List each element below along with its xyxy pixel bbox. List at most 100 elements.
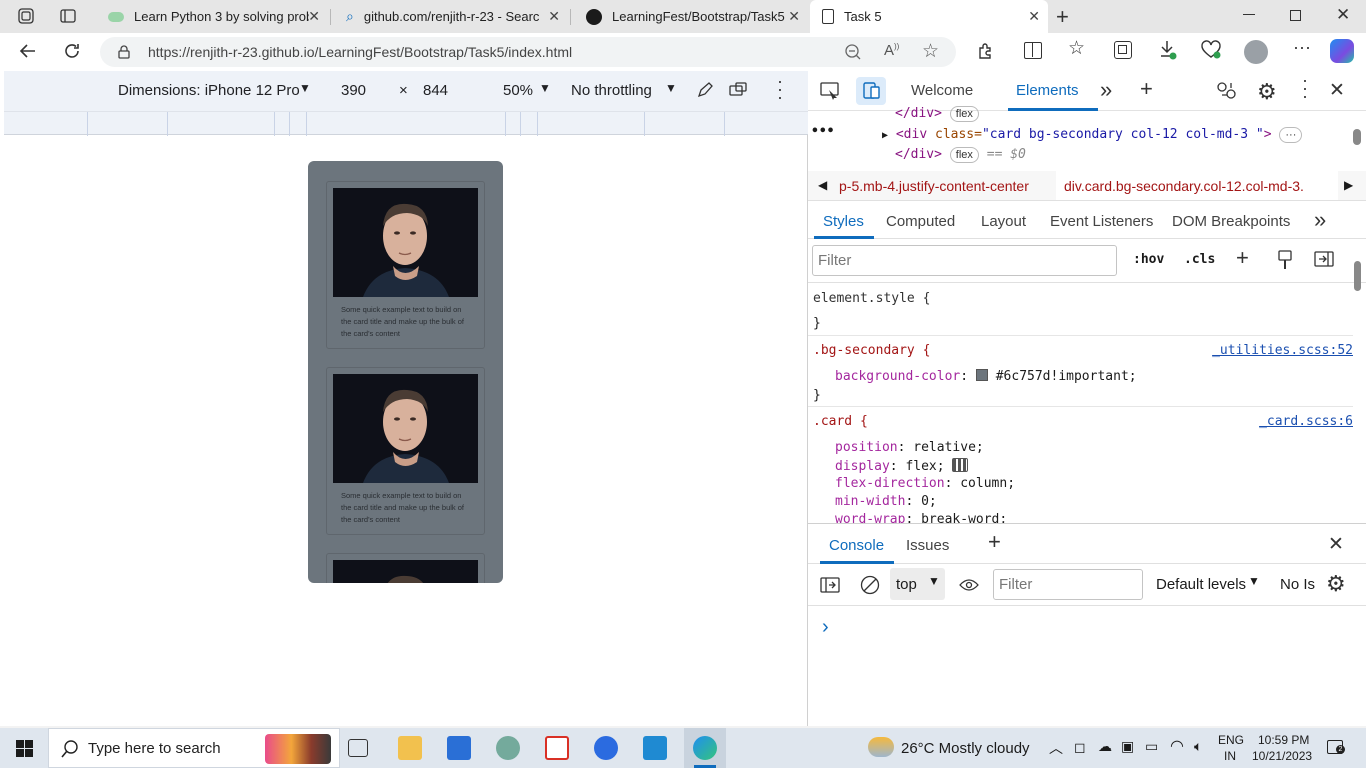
css-declaration[interactable]: word-wrap: break-word;: [835, 512, 1007, 523]
flexbox-editor-icon[interactable]: [952, 458, 969, 472]
volume-icon[interactable]: 🔈︎: [1194, 738, 1202, 755]
tab-task5[interactable]: Task 5 ✕: [810, 0, 1048, 33]
new-tab-button[interactable]: +: [1056, 4, 1069, 30]
chatgpt-icon[interactable]: [496, 736, 520, 760]
add-tab-icon[interactable]: +: [1140, 76, 1153, 102]
store-icon[interactable]: [447, 736, 471, 760]
tab-welcome[interactable]: Welcome: [911, 82, 973, 99]
taskbar-search[interactable]: Type here to search: [48, 728, 340, 768]
color-swatch[interactable]: [975, 369, 988, 381]
collapsed-content-badge[interactable]: ···: [1279, 127, 1303, 143]
more-tabs-icon[interactable]: »: [1100, 77, 1112, 103]
tab-issues[interactable]: Issues: [906, 537, 949, 554]
minimize-button[interactable]: [1243, 14, 1255, 15]
close-icon[interactable]: ✕: [548, 8, 560, 25]
weather-icon[interactable]: [868, 737, 894, 757]
new-rule-icon[interactable]: +: [1236, 245, 1249, 271]
throttling-dropdown[interactable]: No throttling: [571, 82, 652, 99]
collections-icon[interactable]: [1114, 41, 1132, 59]
height-input[interactable]: 844: [423, 82, 448, 99]
css-declaration[interactable]: flex-direction: column;: [835, 476, 1015, 491]
card-source-link[interactable]: _card.scss:6: [1259, 414, 1353, 429]
windows-start-icon[interactable]: [16, 740, 33, 757]
window-close-button[interactable]: ✕: [1336, 5, 1350, 25]
settings-gear-icon[interactable]: ⚙: [1257, 79, 1277, 105]
css-declaration[interactable]: display: flex;: [835, 458, 969, 474]
log-levels-dropdown[interactable]: Default levels: [1156, 576, 1246, 593]
tab-dom-breakpoints[interactable]: DOM Breakpoints: [1172, 213, 1290, 230]
tab-github-repo[interactable]: LearningFest/Bootstrap/Task5 at ✕: [572, 0, 808, 33]
battery-icon[interactable]: ▭: [1145, 738, 1158, 755]
language-line1[interactable]: ENG: [1218, 733, 1244, 747]
dimensions-dropdown[interactable]: Dimensions: iPhone 12 Pro: [118, 82, 300, 99]
console-settings-gear-icon[interactable]: ⚙: [1326, 571, 1346, 597]
tab-event-listeners[interactable]: Event Listeners: [1050, 213, 1153, 230]
close-icon[interactable]: ✕: [1028, 8, 1040, 25]
console-sidebar-icon[interactable]: [820, 577, 840, 593]
caret-down-icon[interactable]: ▼: [299, 81, 311, 95]
styles-filter-input[interactable]: Filter: [812, 245, 1117, 276]
zoom-out-icon[interactable]: [844, 43, 862, 61]
element-style-selector[interactable]: element.style {: [813, 291, 930, 306]
split-screen-icon[interactable]: [1024, 42, 1042, 59]
close-devtools-icon[interactable]: ✕: [1329, 79, 1345, 102]
styles-scrollbar[interactable]: [1354, 261, 1361, 291]
flex-badge[interactable]: flex: [949, 106, 979, 122]
tree-scrollbar[interactable]: [1353, 129, 1361, 145]
file-explorer-icon[interactable]: [398, 736, 422, 760]
meet-now-icon[interactable]: ◻: [1074, 739, 1086, 756]
tab-layout[interactable]: Layout: [981, 213, 1026, 230]
lock-icon[interactable]: [118, 45, 130, 59]
profile-avatar[interactable]: [1244, 40, 1268, 64]
tree-line-selected[interactable]: ▶ <div class="card bg-secondary col-12 c…: [882, 127, 1303, 143]
caret-down-icon[interactable]: ▼: [1248, 574, 1260, 588]
favorite-star-icon[interactable]: ☆: [922, 40, 939, 63]
issues-count[interactable]: No Is: [1280, 576, 1315, 593]
rotate-icon[interactable]: [728, 81, 750, 99]
network-off-icon[interactable]: ☁: [1098, 738, 1112, 755]
close-icon[interactable]: ✕: [788, 8, 800, 25]
downloads-icon[interactable]: [1158, 39, 1178, 61]
width-input[interactable]: 390: [341, 82, 366, 99]
language-line2[interactable]: IN: [1224, 749, 1236, 763]
canva-icon[interactable]: [594, 736, 618, 760]
clock-date[interactable]: 10/21/2023: [1252, 749, 1312, 763]
edge-active-icon[interactable]: [684, 728, 726, 768]
read-aloud-icon[interactable]: A)): [884, 42, 899, 59]
bg-secondary-selector[interactable]: .bg-secondary {: [813, 343, 930, 358]
sensors-pen-icon[interactable]: [696, 81, 714, 99]
toggle-sidebar-icon[interactable]: [1314, 251, 1334, 267]
elements-tree[interactable]: </div> flex ••• ▶ <div class="card bg-se…: [808, 106, 1366, 171]
tab-actions-icon[interactable]: [60, 8, 76, 24]
device-emulation-icon[interactable]: [856, 77, 886, 105]
utilities-source-link[interactable]: _utilities.scss:52: [1212, 343, 1353, 358]
css-declaration[interactable]: position: relative;: [835, 440, 984, 455]
cls-toggle[interactable]: .cls: [1184, 252, 1215, 267]
card-selector[interactable]: .card {: [813, 414, 868, 429]
wifi-icon[interactable]: ◠: [1170, 736, 1184, 756]
tab-github-search[interactable]: ⌕ github.com/renjith-r-23 - Search ✕: [332, 0, 568, 33]
task-view-icon[interactable]: [348, 739, 368, 757]
close-drawer-icon[interactable]: ✕: [1328, 533, 1344, 556]
tree-line[interactable]: </div> flex: [895, 106, 979, 122]
url-text[interactable]: https://renjith-r-23.github.io/LearningF…: [148, 44, 572, 60]
tab-console[interactable]: Console: [829, 537, 884, 554]
flex-badge[interactable]: flex: [949, 147, 979, 163]
extensions-icon[interactable]: [976, 41, 996, 61]
tab-elements[interactable]: Elements: [1016, 82, 1079, 99]
breadcrumb-item-selected[interactable]: div.card.bg-secondary.col-12.col-md-3.: [1056, 171, 1338, 200]
gmail-icon[interactable]: [545, 736, 569, 760]
weather-text[interactable]: 26°C Mostly cloudy: [901, 740, 1030, 757]
notifications-app-icon[interactable]: ▣: [1121, 738, 1134, 755]
paint-brush-icon[interactable]: [1278, 250, 1292, 270]
show-hidden-icons-chevron-icon[interactable]: ︿: [1049, 738, 1063, 758]
caret-down-icon[interactable]: ▼: [539, 81, 551, 95]
media-query-ruler[interactable]: [4, 111, 808, 136]
breadcrumb-item[interactable]: p-5.mb-4.justify-content-center: [839, 178, 1029, 194]
ellipsis-icon[interactable]: •••: [811, 124, 834, 139]
expand-arrow-icon[interactable]: ▶: [882, 130, 888, 141]
tab-learn-python[interactable]: Learn Python 3 by solving proble ✕: [92, 0, 328, 33]
add-drawer-tab-icon[interactable]: +: [988, 529, 1001, 555]
crumb-left-arrow-icon[interactable]: ◀: [818, 178, 827, 192]
hov-toggle[interactable]: :hov: [1133, 252, 1164, 267]
